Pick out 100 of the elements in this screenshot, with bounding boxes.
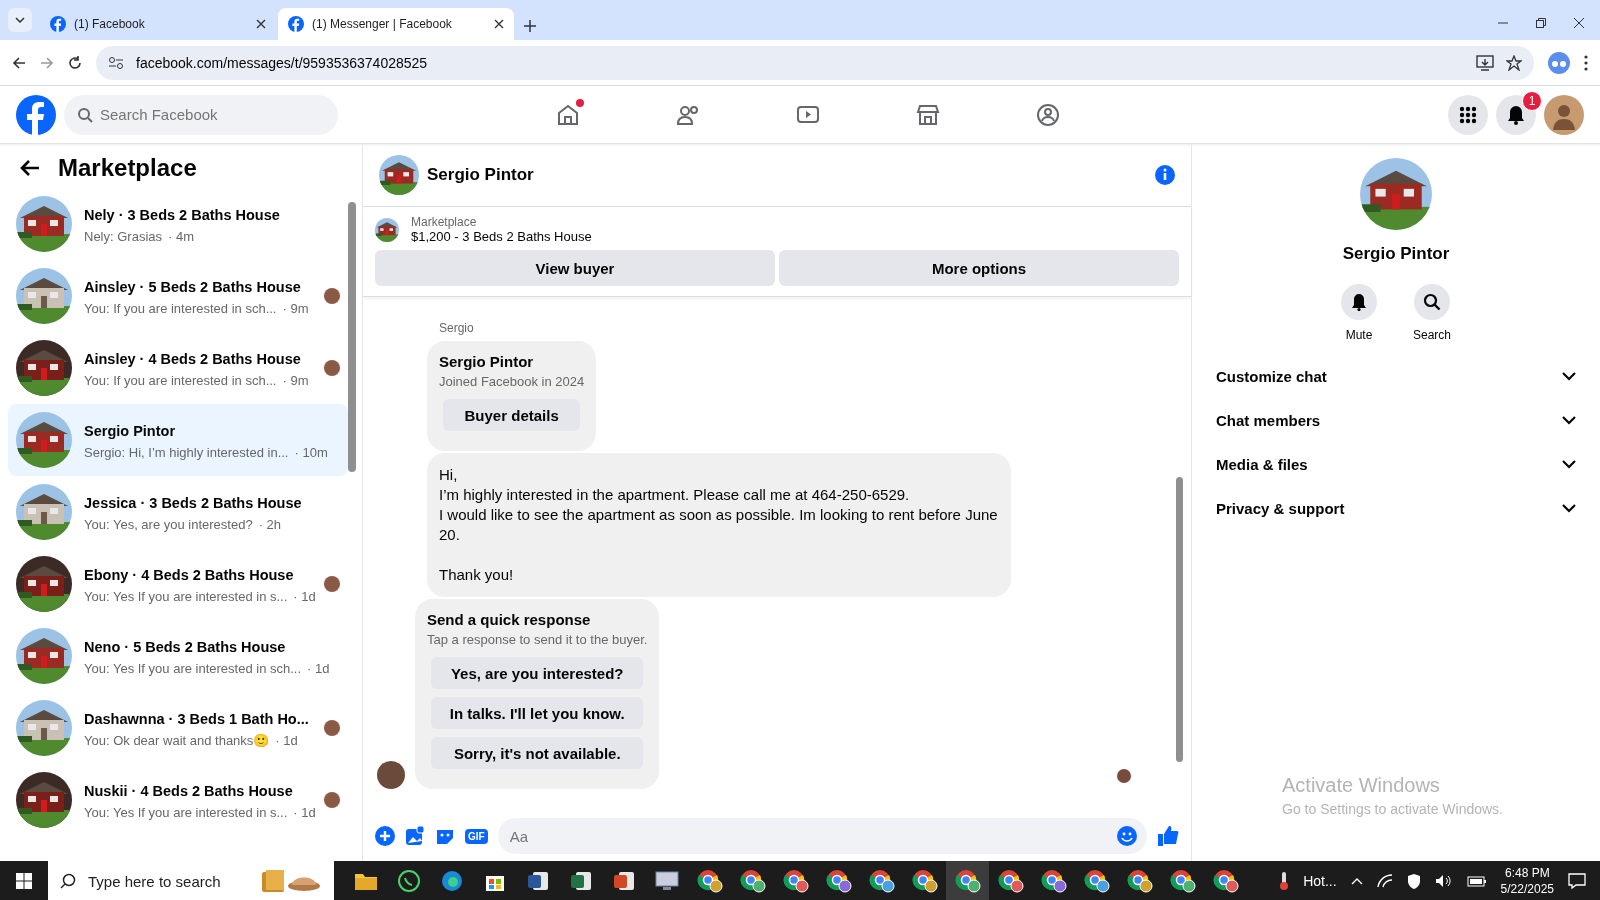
battery-icon[interactable]	[1466, 875, 1487, 887]
search-icon	[77, 106, 93, 123]
new-tab-icon[interactable]	[524, 20, 536, 32]
more-icon[interactable]	[1584, 54, 1588, 71]
sidebar-title: Marketplace	[58, 154, 197, 182]
profile-name: Sergio Pintor	[439, 353, 535, 370]
chevron-up-icon[interactable]	[1350, 877, 1363, 885]
chrome-profile-icon	[954, 869, 981, 893]
weather-text[interactable]: Hot...	[1303, 873, 1337, 889]
facebook-logo-icon	[50, 16, 66, 32]
scrollbar[interactable]	[1176, 477, 1183, 762]
taskbar-search[interactable]: Type here to search	[48, 861, 334, 900]
thermometer-icon	[1279, 871, 1290, 891]
tab-search-button[interactable]	[8, 8, 32, 32]
forward-icon[interactable]	[40, 55, 54, 70]
section-header[interactable]: Media & files	[1208, 442, 1584, 486]
timestamp: · 1d	[275, 732, 298, 748]
quick-reply-button[interactable]: Sorry, it's not available.	[431, 737, 644, 769]
notification-badge: 1	[1522, 90, 1542, 111]
logo-icon[interactable]	[16, 94, 56, 135]
document-app-icon	[526, 870, 549, 892]
profile-subtitle: Joined Facebook in 2024	[439, 374, 585, 389]
chrome-profile-icon	[739, 869, 766, 893]
chevron-down-icon	[15, 17, 25, 23]
quick-reply-button[interactable]: Yes, are you interested?	[431, 657, 644, 689]
message-preview: Sergio: Hi, I’m highly interested in...	[84, 444, 289, 460]
conversation-title: Nuskii · 4 Beds 2 Baths House	[84, 781, 294, 801]
star-icon[interactable]	[1506, 54, 1522, 71]
menu-button[interactable]	[1448, 94, 1488, 135]
add-icon[interactable]	[375, 826, 395, 846]
browser-tab[interactable]: (1) Messenger | Facebook	[278, 8, 514, 40]
sender-name: Sergio	[439, 321, 475, 335]
conversation-item[interactable]: Sergio Pintor Sergio: Hi, I’m highly interested in... · 10m	[8, 404, 348, 476]
listing-button[interactable]: More options	[779, 250, 1179, 286]
message-preview: You: If you are interested in sch...	[84, 372, 277, 388]
search-field[interactable]: Search Facebook	[64, 94, 338, 135]
listing-button[interactable]: View buyer	[375, 250, 775, 286]
clock[interactable]: 6:48 PM 5/22/2025	[1500, 865, 1554, 897]
message-preview: You: Ok dear wait and thanks🙂	[84, 732, 270, 748]
conversation-item[interactable]: Ainsley · 5 Beds 2 Baths House You: If you are interested in sch... · 9m	[8, 260, 348, 332]
address-bar[interactable]: facebook.com/messages/t/9593536374028525	[96, 45, 1534, 80]
emoji-icon[interactable]	[1117, 826, 1137, 846]
restore-icon[interactable]	[1536, 18, 1546, 28]
chrome-profile-icon	[825, 869, 852, 893]
chrome-profile-icon	[1083, 869, 1110, 893]
wifi-icon[interactable]	[1376, 874, 1393, 888]
browser-tab[interactable]: (1) Facebook	[40, 8, 276, 40]
shield-icon[interactable]	[1406, 873, 1421, 889]
notifications-icon[interactable]	[1568, 873, 1586, 889]
chrome-profile-icon	[1040, 869, 1067, 893]
watermark-title: Activate Windows	[1282, 774, 1441, 797]
document-app-icon	[612, 870, 635, 892]
profile-icon[interactable]	[1548, 51, 1570, 74]
image-icon[interactable]	[405, 826, 425, 846]
speaker-icon[interactable]	[1434, 874, 1453, 888]
message-preview: Nely: Grasias	[84, 228, 163, 244]
conversation-item[interactable]: Jessica · 3 Beds 2 Baths House You: Yes, are you interested? · 2h	[8, 476, 348, 548]
notifications-button[interactable]	[1496, 94, 1536, 135]
timestamp: · 10m	[294, 444, 328, 460]
conversation-item[interactable]: Ebony · 4 Beds 2 Baths House You: Yes If you are interested in s... · 1d	[8, 548, 348, 620]
close-icon[interactable]	[494, 19, 504, 29]
timestamp: · 4m	[168, 228, 195, 244]
close-icon[interactable]	[1574, 18, 1584, 28]
section-header[interactable]: Chat members	[1208, 398, 1584, 442]
scrollbar[interactable]	[348, 202, 356, 472]
section-header[interactable]: Privacy & support	[1208, 486, 1584, 530]
back-icon[interactable]	[20, 159, 40, 177]
windows-icon[interactable]	[16, 873, 32, 889]
taskbar-app[interactable]	[946, 861, 989, 900]
listing-title[interactable]: $1,200 - 3 Beds 2 Baths House	[411, 229, 592, 244]
back-icon[interactable]	[12, 55, 26, 70]
message-field[interactable]: Aa	[497, 818, 1147, 854]
timestamp: · 1d	[293, 588, 316, 604]
bell-icon	[1351, 293, 1367, 311]
conversation-title: Ebony · 4 Beds 2 Baths House	[84, 565, 295, 585]
message-preview: You: Yes If you are interested in sch...	[84, 660, 302, 676]
gif-button[interactable]: GIF	[465, 828, 488, 844]
quick-reply-button[interactable]: In talks. I'll let you know.	[431, 697, 644, 729]
section-header[interactable]: Customize chat	[1208, 354, 1584, 398]
conversation-title: Ainsley · 4 Beds 2 Baths House	[84, 349, 302, 369]
info-icon[interactable]	[1155, 165, 1175, 185]
thumbs-up-icon[interactable]	[1157, 825, 1179, 847]
install-icon[interactable]	[1476, 54, 1494, 71]
contact-name: Sergio Pintor	[1342, 244, 1450, 264]
chrome-profile-icon	[1169, 869, 1196, 893]
message-preview: You: Yes, are you interested?	[84, 516, 253, 532]
account-avatar[interactable]	[1544, 94, 1584, 135]
chat-title: Sergio Pintor	[427, 165, 535, 185]
conversation-item[interactable]: Dashawnna · 3 Beds 1 Bath Ho... You: Ok dear wait and thanks🙂 · 1d	[8, 692, 348, 764]
conversation-item[interactable]: Nely · 3 Beds 2 Baths House Nely: Grasias · 4m	[8, 188, 348, 260]
site-settings-icon[interactable]	[108, 55, 124, 70]
buyer-details-button[interactable]: Buyer details	[443, 399, 581, 431]
conversation-item[interactable]: Nuskii · 4 Beds 2 Baths House You: Yes If you are interested in s... · 1d	[8, 764, 348, 836]
conversation-item[interactable]: Ainsley · 4 Beds 2 Baths House You: If you are interested in sch... · 9m	[8, 332, 348, 404]
timestamp: · 9m	[282, 300, 309, 316]
conversation-item[interactable]: Neno · 5 Beds 2 Baths House You: Yes If you are interested in sch... · 1d	[8, 620, 348, 692]
reload-icon[interactable]	[68, 55, 82, 70]
chrome-profile-icon	[868, 869, 895, 893]
quick-response-title: Send a quick response	[427, 611, 592, 628]
close-icon[interactable]	[256, 19, 266, 29]
